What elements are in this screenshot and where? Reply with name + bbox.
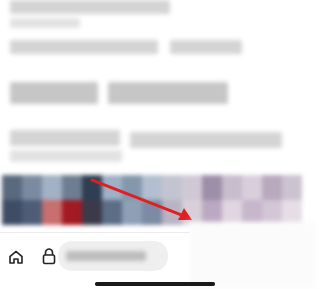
mosaic-tile (162, 200, 182, 225)
mosaic-tile (62, 175, 82, 200)
mosaic-tile (162, 175, 182, 200)
mosaic-tile (42, 200, 62, 225)
mosaic-tile (42, 175, 62, 200)
blurred-text-row (108, 82, 228, 104)
mosaic-tile (182, 175, 202, 200)
mosaic-tile (122, 175, 142, 200)
mosaic-tile (242, 175, 262, 200)
mosaic-tile (282, 175, 302, 200)
home-icon[interactable] (8, 249, 24, 265)
mosaic-tile (2, 175, 22, 200)
mosaic-tile (62, 200, 82, 225)
browser-bottom-bar (0, 232, 190, 289)
mosaic-tile (262, 175, 282, 200)
blurred-image-strip (2, 175, 302, 225)
blurred-text-row (10, 18, 80, 28)
mosaic-tile (82, 200, 102, 225)
blurred-text-row (10, 82, 98, 104)
mosaic-tile (22, 200, 42, 225)
mosaic-tile (202, 175, 222, 200)
blurred-text-row (10, 0, 170, 14)
blurred-text-row (130, 132, 282, 148)
popup-card (188, 222, 315, 288)
mosaic-tile (102, 200, 122, 225)
mosaic-tile (2, 200, 22, 225)
blurred-text-row (10, 150, 122, 162)
address-bar-text (66, 251, 146, 261)
mosaic-tile (82, 175, 102, 200)
blurred-text-row (10, 130, 120, 146)
mosaic-tile (22, 175, 42, 200)
mosaic-tile (142, 200, 162, 225)
mosaic-tile (122, 200, 142, 225)
mosaic-tile (102, 175, 122, 200)
mosaic-tile (222, 175, 242, 200)
mosaic-tile (142, 175, 162, 200)
home-indicator (95, 282, 215, 286)
blurred-text-row (170, 40, 242, 54)
blurred-text-row (10, 40, 158, 54)
lock-icon (42, 248, 56, 265)
